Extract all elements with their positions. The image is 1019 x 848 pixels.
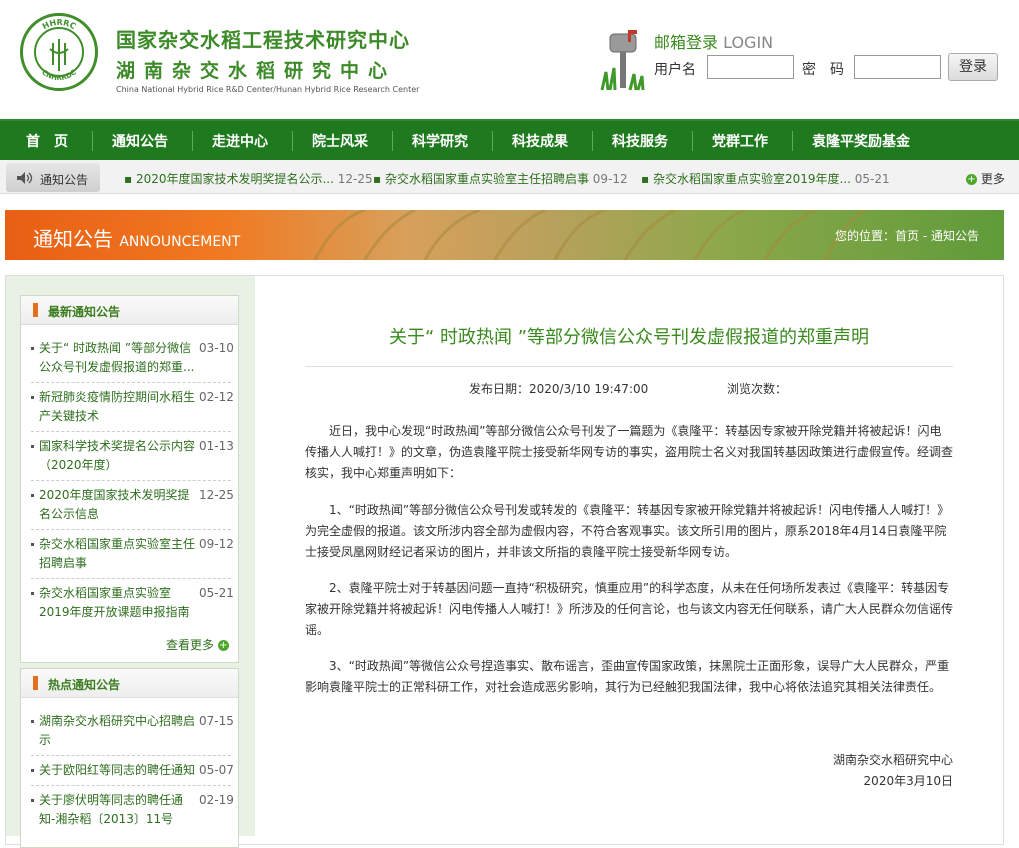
article-paragraph: 1、“时政热闻”等部分微信公众号刊发或转发的《袁隆平：转基因专家被开除党籍并将被…: [305, 503, 950, 559]
mailbox-icon: [600, 30, 645, 91]
plus-icon: +: [217, 640, 229, 651]
nav-about[interactable]: 走进中心: [212, 131, 268, 151]
speaker-icon: [17, 172, 33, 184]
svg-text:HHRRC: HHRRC: [41, 18, 78, 31]
view-count: 浏览次数：: [727, 382, 788, 396]
article-paragraph: 3、“时政热闻”等微信公众号捏造事实、散布谣言，歪曲宣传国家政策，抹黑院士正面形…: [305, 659, 950, 694]
title-divider: [305, 366, 953, 367]
nav-home[interactable]: 首 页: [26, 131, 68, 151]
username-label: 用户名: [654, 62, 696, 78]
ticker-item[interactable]: ▪ 2020年度国家技术发明奖提名公示... 12-25: [124, 170, 373, 187]
site-subtitle: 湖南杂交水稻研究中心: [116, 60, 397, 82]
signature-org: 湖南杂交水稻研究中心: [832, 753, 953, 767]
nav-services[interactable]: 科技服务: [612, 131, 668, 151]
ticker-label-box: 通知公告: [6, 163, 100, 192]
site-title-en: China National Hybrid Rice R&D Center/Hu…: [116, 85, 420, 94]
nav-foundation[interactable]: 袁隆平奖励基金: [812, 131, 910, 151]
rice-image: [313, 210, 865, 260]
ticker-item[interactable]: ▪ 杂交水稻国家重点实验室主任招聘启事 09-12: [373, 170, 628, 187]
nav-academician[interactable]: 院士风采: [312, 131, 368, 151]
login-title: 邮箱登录 LOGIN: [654, 33, 774, 52]
signature-date: 2020年3月10日: [863, 774, 953, 788]
view-more-link[interactable]: 查看更多 +: [166, 636, 229, 653]
ticker-label: 通知公告: [40, 173, 89, 187]
breadcrumb: 您的位置：首页 - 通知公告: [835, 229, 979, 243]
ticker-more-link[interactable]: + 更多: [966, 170, 1005, 187]
hot-notices-heading: 热点通知公告: [48, 678, 121, 692]
publish-date: 发布日期：2020/3/10 19:47:00: [469, 382, 649, 396]
site-title: 国家杂交水稻工程技术研究中心: [116, 28, 410, 52]
ticker-item[interactable]: ▪ 杂交水稻国家重点实验室2019年度... 05-21: [641, 170, 890, 187]
main-nav: 首 页 通知公告 走进中心 院士风采 科学研究 科技成果 科技服务 党群工作 袁…: [0, 119, 1019, 160]
latest-notices-heading: 最新通知公告: [48, 305, 121, 319]
nav-achievements[interactable]: 科技成果: [512, 131, 568, 151]
latest-notices-box: 最新通知公告 关于“ 时政热闻 ”等部分微信公众号刊发虚假报道的郑重... 03-…: [20, 295, 239, 663]
password-input[interactable]: [854, 55, 941, 79]
article-paragraph: 2、袁隆平院士对于转基因问题一直持“积极研究，慎重应用”的科学态度，从未在任何场…: [305, 581, 954, 637]
password-label: 密 码: [802, 62, 844, 78]
section-banner: 通知公告 ANNOUNCEMENT 您的位置：首页 - 通知公告: [5, 210, 1004, 260]
plus-icon: +: [966, 174, 977, 185]
nav-research[interactable]: 科学研究: [412, 131, 468, 151]
notice-ticker: 通知公告 ▪ 2020年度国家技术发明奖提名公示... 12-25 ▪ 杂交水稻…: [0, 160, 1019, 194]
username-input[interactable]: [707, 55, 794, 79]
sidebar: 最新通知公告 关于“ 时政热闻 ”等部分微信公众号刊发虚假报道的郑重... 03-…: [6, 276, 255, 848]
article-paragraph: 近日，我中心发现“时政热闻”等部分微信公众号刊发了一篇题为《袁隆平：转基因专家被…: [305, 424, 954, 480]
nav-notices[interactable]: 通知公告: [112, 131, 168, 151]
banner-title: 通知公告 ANNOUNCEMENT: [33, 227, 241, 251]
breadcrumb-path[interactable]: 首页 - 通知公告: [895, 229, 979, 243]
login-button[interactable]: 登录: [948, 53, 998, 81]
hot-notices-box: 热点通知公告 湖南杂交水稻研究中心招聘启示 07-15 关于欧阳红等同志的聘任通知…: [20, 668, 239, 848]
nav-party[interactable]: 党群工作: [712, 131, 768, 151]
article-title: 关于“ 时政热闻 ”等部分微信公众号刊发虚假报道的郑重声明: [388, 327, 870, 348]
logo-ring-text: HHRRC CNHRRDC: [40, 18, 78, 82]
